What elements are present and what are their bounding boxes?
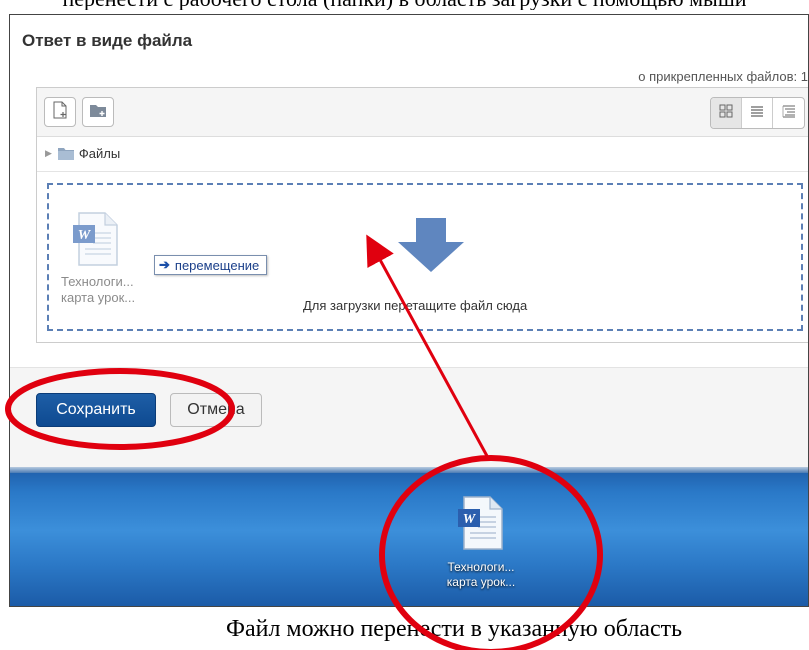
cancel-button[interactable]: Отмена xyxy=(170,393,262,427)
list-view-icon xyxy=(750,104,764,123)
create-folder-icon xyxy=(89,102,107,123)
create-folder-button[interactable] xyxy=(82,97,114,127)
grid-view-icon xyxy=(719,104,733,123)
list-view-button[interactable] xyxy=(742,98,773,128)
screenshot-frame: Ответ в виде файла о прикрепленных файло… xyxy=(9,14,809,607)
view-mode-group xyxy=(710,97,805,129)
word-document-icon: W xyxy=(456,495,506,556)
desktop-file-icon[interactable]: W Технологи... карта урок... xyxy=(431,495,531,590)
bottom-partial-text: Файл можно перенести в указанную область xyxy=(226,616,683,642)
move-arrow-icon: ➔ xyxy=(159,257,170,272)
down-arrow-icon xyxy=(398,218,464,277)
add-file-button[interactable] xyxy=(44,97,76,127)
folder-icon xyxy=(57,147,74,160)
file-manager-toolbar xyxy=(37,88,808,137)
form-title: Ответ в виде файла xyxy=(22,31,193,50)
file-manager: ▶ Файлы W Технологи... карта урок... ➔ п… xyxy=(36,87,808,343)
word-document-icon: W xyxy=(61,211,161,272)
add-file-icon xyxy=(52,101,68,124)
tree-view-button[interactable] xyxy=(773,98,804,128)
save-button[interactable]: Сохранить xyxy=(36,393,156,427)
desktop-edge-strip xyxy=(10,467,808,473)
dragged-file-ghost: W Технологи... карта урок... xyxy=(61,211,161,306)
top-partial-text: перенести с рабочего стола (папки) в обл… xyxy=(0,0,809,10)
tree-view-icon xyxy=(782,104,796,123)
folder-path-label: Файлы xyxy=(78,146,121,161)
move-tooltip: ➔ перемещение xyxy=(154,255,268,275)
grid-view-button[interactable] xyxy=(711,98,742,128)
desktop-background xyxy=(10,467,808,606)
desktop-file-label: Технологи... карта урок... xyxy=(446,560,516,589)
expand-triangle-icon: ▶ xyxy=(45,148,52,158)
svg-text:W: W xyxy=(78,228,92,243)
svg-text:W: W xyxy=(463,512,477,527)
file-dropzone[interactable]: W Технологи... карта урок... ➔ перемещен… xyxy=(47,183,803,331)
ghost-file-label: Технологи... карта урок... xyxy=(61,274,136,305)
attachment-count-info: о прикрепленных файлов: 1 xyxy=(638,69,808,84)
dropzone-text: Для загрузки перетащите файл сюда xyxy=(303,298,528,313)
folder-path-breadcrumb[interactable]: ▶ Файлы xyxy=(37,136,808,172)
